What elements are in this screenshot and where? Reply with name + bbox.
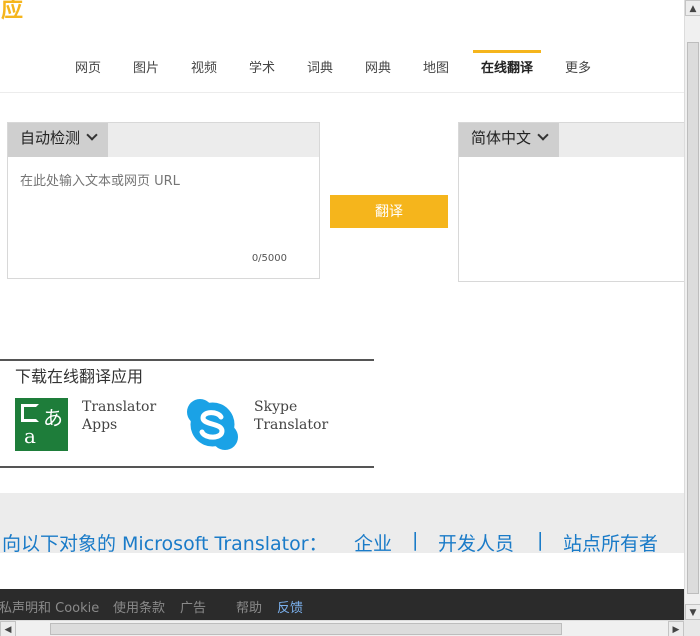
developers-link[interactable]: 开发人员 [438, 529, 514, 556]
nav-item-more[interactable]: 更多 [558, 50, 598, 93]
enterprise-link[interactable]: 企业 [354, 529, 392, 556]
terms-link[interactable]: 使用条款 [113, 597, 165, 616]
scroll-down-icon[interactable]: ▼ [685, 604, 700, 620]
translator-glyph-kana: あ [43, 406, 63, 430]
bing-logo[interactable]: 必应 [0, 0, 24, 24]
source-text-input[interactable] [8, 157, 319, 247]
link-separator: | [537, 529, 544, 551]
translator-app-icon[interactable]: a あ [15, 398, 68, 451]
apps-section: 下载在线翻译应用 a あ Translator Apps Skype Trans… [0, 359, 374, 468]
nav-item-images[interactable]: 图片 [126, 50, 166, 93]
translator-glyph-frame [21, 404, 39, 422]
source-panel: 自动检测 0/5000 [7, 122, 320, 279]
scroll-right-icon[interactable]: ▶ [668, 621, 684, 636]
nav-item-academic[interactable]: 学术 [242, 50, 282, 93]
nav-item-videos[interactable]: 视频 [184, 50, 224, 93]
vertical-scrollbar[interactable]: ▲ ▼ [684, 0, 700, 620]
target-lang-select[interactable]: 简体中文 [459, 123, 560, 157]
target-lang-bar: 简体中文 [459, 123, 684, 157]
skype-app-label-1: Skype [254, 399, 298, 415]
nav-item-web[interactable]: 网页 [68, 50, 108, 93]
help-link[interactable]: 帮助 [236, 597, 262, 616]
horizontal-scroll-thumb[interactable] [50, 623, 562, 635]
vertical-scroll-thumb[interactable] [687, 42, 699, 594]
horizontal-scrollbar[interactable]: ◀ ▶ [0, 620, 684, 636]
link-separator: | [412, 529, 419, 551]
translator-glyph-a: a [24, 424, 36, 448]
translator-app-label-2: Apps [82, 417, 118, 433]
skype-app-link[interactable]: Skype Translator [254, 398, 328, 434]
skype-icon[interactable] [185, 397, 240, 452]
translate-button[interactable]: 翻译 [330, 195, 448, 228]
chevron-down-icon [86, 129, 98, 141]
page-viewport: 必应 网页 图片 视频 学术 词典 网典 地图 在线翻译 更多 自动检测 0/5… [0, 0, 684, 620]
scroll-up-icon[interactable]: ▲ [685, 0, 700, 16]
translator-app-label-1: Translator [82, 399, 157, 415]
translator-app-link[interactable]: Translator Apps [82, 398, 156, 434]
source-lang-bar: 自动检测 [8, 123, 319, 157]
ads-link[interactable]: 广告 [180, 597, 206, 616]
scrollbar-corner [684, 620, 700, 636]
chevron-down-icon [537, 129, 549, 141]
nav-item-dictionary[interactable]: 词典 [300, 50, 340, 93]
ms-translator-intro: 向以下对象的 Microsoft Translator： [2, 533, 328, 555]
site-owners-link[interactable]: 站点所有者 [563, 529, 658, 556]
nav-item-maps[interactable]: 地图 [416, 50, 456, 93]
skype-app-label-2: Translator [254, 417, 329, 433]
apps-title: 下载在线翻译应用 [15, 367, 144, 386]
nav-item-translator[interactable]: 在线翻译 [473, 50, 541, 93]
privacy-link[interactable]: 隐私声明和 Cookie [0, 597, 99, 616]
target-lang-label: 简体中文 [471, 129, 532, 147]
source-lang-label: 自动检测 [20, 129, 81, 147]
nav-item-wiki[interactable]: 网典 [358, 50, 398, 93]
top-nav: 网页 图片 视频 学术 词典 网典 地图 在线翻译 更多 [0, 50, 684, 93]
char-counter: 0/5000 [251, 253, 287, 264]
source-lang-select[interactable]: 自动检测 [8, 123, 109, 157]
page-footer: 隐私声明和 Cookie 使用条款 广告 帮助 反馈 [0, 589, 684, 620]
feedback-link[interactable]: 反馈 [277, 597, 303, 616]
target-panel: 简体中文 [458, 122, 684, 282]
scroll-left-icon[interactable]: ◀ [0, 621, 16, 636]
